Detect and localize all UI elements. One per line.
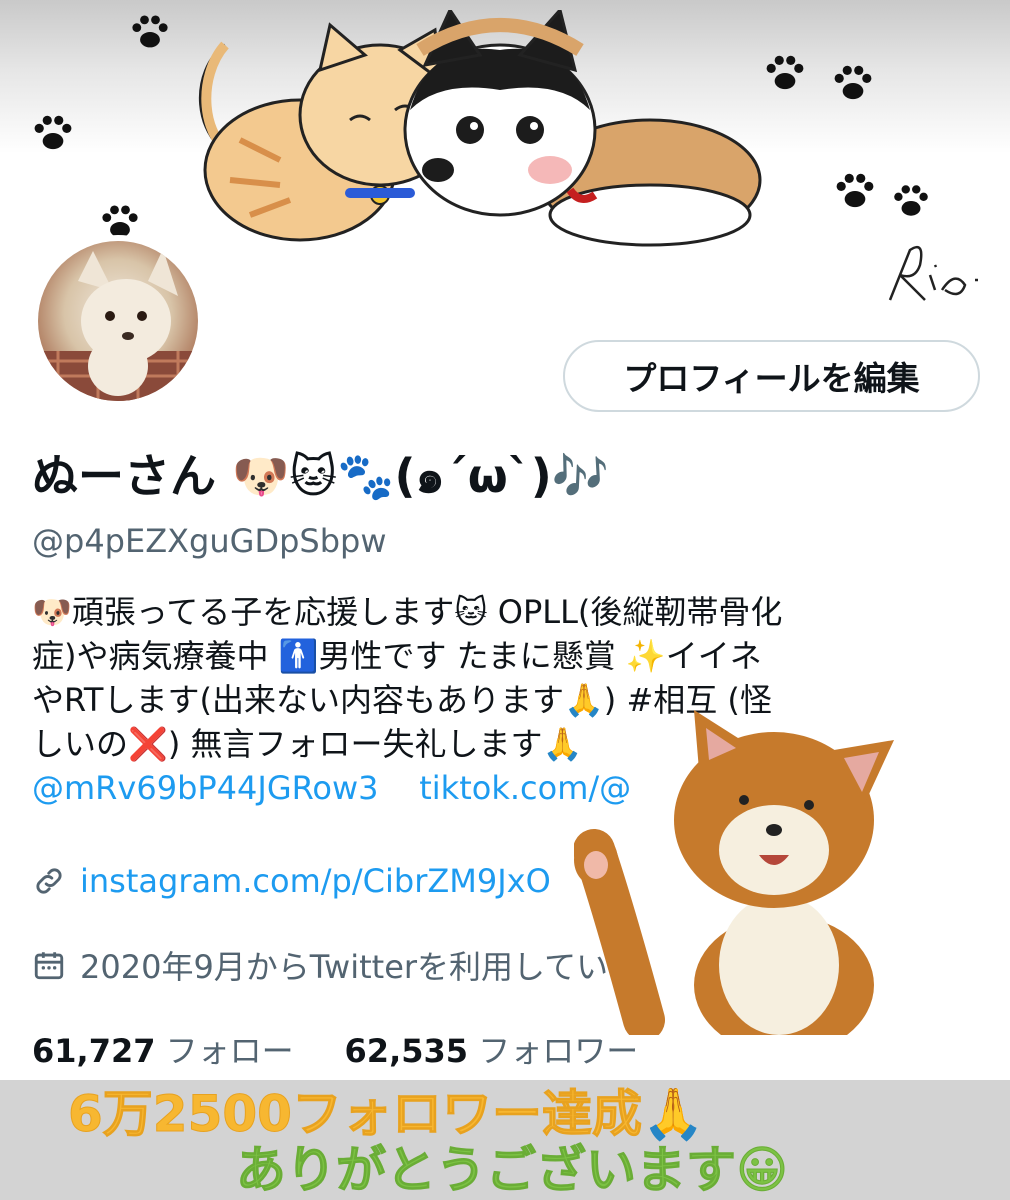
paw-icon <box>836 173 874 208</box>
calendar-icon <box>34 952 64 980</box>
thanks-text: ありがとうございます😀 <box>235 1141 789 1200</box>
paw-icon <box>834 65 872 100</box>
artist-signature <box>888 245 978 301</box>
following-link[interactable]: 61,727 フォロー <box>32 1032 294 1070</box>
paw-icon <box>132 15 168 48</box>
link-icon <box>36 868 62 894</box>
joined-row: 2020年9月からTwitterを利用していま <box>32 942 640 988</box>
avatar-photo <box>38 241 198 401</box>
followers-label: フォロワー <box>478 1032 639 1070</box>
paw-icon <box>34 115 72 150</box>
user-handle: @p4pEZXguGDpSbpw <box>32 522 387 560</box>
followers-count: 62,535 <box>344 1032 469 1070</box>
edit-profile-button[interactable]: プロフィールを編集 <box>563 340 980 412</box>
paw-icon <box>894 185 928 216</box>
following-count: 61,727 <box>32 1032 156 1070</box>
bio-line: 🐶頑張ってる子を応援します🐱 OPLL(後縦靭帯骨化 <box>32 593 783 631</box>
display-name: ぬーさん 🐶🐱🐾(๑´ω`)🎶 <box>32 449 610 503</box>
profile-avatar[interactable] <box>32 235 204 407</box>
joined-date: 2020年9月からTwitterを利用していま <box>80 948 641 986</box>
following-label: フォロー <box>165 1032 294 1070</box>
cat-dog-illustration <box>198 10 762 247</box>
bear-cat-sticker <box>574 710 894 1035</box>
followers-link[interactable]: 62,535 フォロワー <box>345 1032 639 1070</box>
bio-line: 症)や病気療養中 🚹男性です たまに懸賞 ✨イイネ <box>32 637 762 675</box>
website-link[interactable]: instagram.com/p/CibrZM9JxO <box>80 862 551 900</box>
website-row: instagram.com/p/CibrZM9JxO <box>32 862 551 900</box>
linked-account-link[interactable]: @mRv69bP44JGRow3 <box>32 769 379 807</box>
follow-stats: 61,727 フォロー 62,535 フォロワー <box>32 1026 638 1072</box>
